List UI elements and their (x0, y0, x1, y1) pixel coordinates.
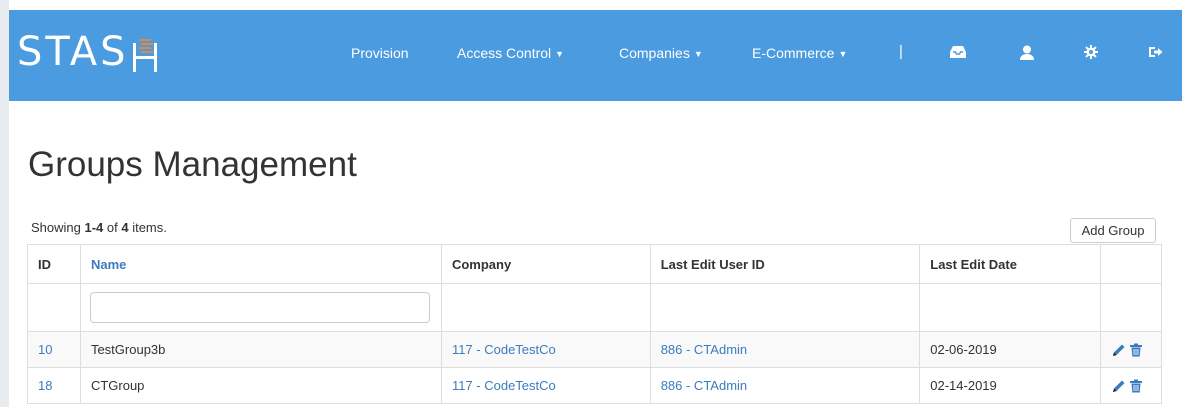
column-header-last-edit-date: Last Edit Date (919, 244, 1101, 284)
nav-provision[interactable]: Provision (351, 45, 409, 61)
table-header-row: ID Name Company Last Edit User ID Last E… (27, 244, 1163, 284)
results-summary: Showing 1-4 of 4 items. (31, 220, 167, 235)
row-id-link[interactable]: 10 (27, 331, 81, 368)
summary-range: 1-4 (84, 220, 104, 235)
gear-icon[interactable] (1080, 41, 1102, 63)
row-date: 02-06-2019 (919, 331, 1101, 368)
column-header-last-edit-user: Last Edit User ID (649, 244, 921, 284)
logout-icon[interactable] (1144, 41, 1166, 63)
caret-down-icon: ▼ (555, 49, 565, 59)
summary-total: 4 (121, 220, 129, 235)
row-id-link[interactable]: 18 (27, 367, 81, 404)
name-filter-input[interactable] (89, 292, 430, 323)
filter-cell (79, 283, 442, 332)
filter-cell (27, 283, 81, 332)
row-company-link[interactable]: 117 - CodeTestCo (440, 331, 651, 368)
nav-e-commerce[interactable]: E-Commerce ▼ (752, 45, 847, 62)
nav-provision-label: Provision (351, 45, 409, 61)
filter-cell (649, 283, 921, 332)
brand-logo[interactable]: STAS (17, 22, 162, 72)
column-header-name[interactable]: Name (79, 244, 442, 284)
top-navbar: STAS Provision Access Control ▼ Companies… (9, 10, 1182, 101)
column-header-id: ID (27, 244, 81, 284)
brand-logo-icon (133, 39, 158, 72)
nav-companies[interactable]: Companies ▼ (619, 45, 703, 62)
row-user-link[interactable]: 886 - CTAdmin (649, 367, 921, 404)
nav-access-control[interactable]: Access Control ▼ (457, 45, 564, 62)
user-icon[interactable] (1016, 41, 1038, 63)
nav-e-commerce-label: E-Commerce (752, 45, 835, 61)
summary-suffix: items. (128, 220, 167, 235)
row-user-link[interactable]: 886 - CTAdmin (649, 331, 921, 368)
column-header-actions (1099, 244, 1163, 284)
filter-cell (1099, 283, 1163, 332)
caret-down-icon: ▼ (693, 49, 703, 59)
summary-of: of (103, 220, 122, 235)
nav-access-control-label: Access Control (457, 45, 552, 61)
row-date: 02-14-2019 (919, 367, 1101, 404)
row-actions (1099, 331, 1163, 368)
table-row: 10 TestGroup3b 117 - CodeTestCo 886 - CT… (27, 331, 1163, 368)
page-title: Groups Management (28, 145, 357, 184)
pencil-icon[interactable] (1112, 379, 1126, 393)
groups-table: ID Name Company Last Edit User ID Last E… (27, 244, 1163, 404)
trash-icon[interactable] (1129, 343, 1143, 357)
table-row: 18 CTGroup 117 - CodeTestCo 886 - CTAdmi… (27, 367, 1163, 404)
brand-text: STAS (17, 29, 129, 75)
filter-cell (919, 283, 1101, 332)
row-actions (1099, 367, 1163, 404)
pencil-icon[interactable] (1112, 343, 1126, 357)
column-header-company: Company (440, 244, 651, 284)
row-company-link[interactable]: 117 - CodeTestCo (440, 367, 651, 404)
nav-companies-label: Companies (619, 45, 690, 61)
left-edge-strip (0, 0, 9, 407)
inbox-icon[interactable] (947, 41, 969, 63)
trash-icon[interactable] (1129, 379, 1143, 393)
nav-separator: | (899, 43, 903, 60)
row-name: CTGroup (79, 367, 442, 404)
add-group-button[interactable]: Add Group (1070, 218, 1156, 243)
filter-cell (440, 283, 651, 332)
row-name: TestGroup3b (79, 331, 442, 368)
filter-row (27, 283, 1163, 332)
summary-prefix: Showing (31, 220, 85, 235)
caret-down-icon: ▼ (838, 49, 848, 59)
